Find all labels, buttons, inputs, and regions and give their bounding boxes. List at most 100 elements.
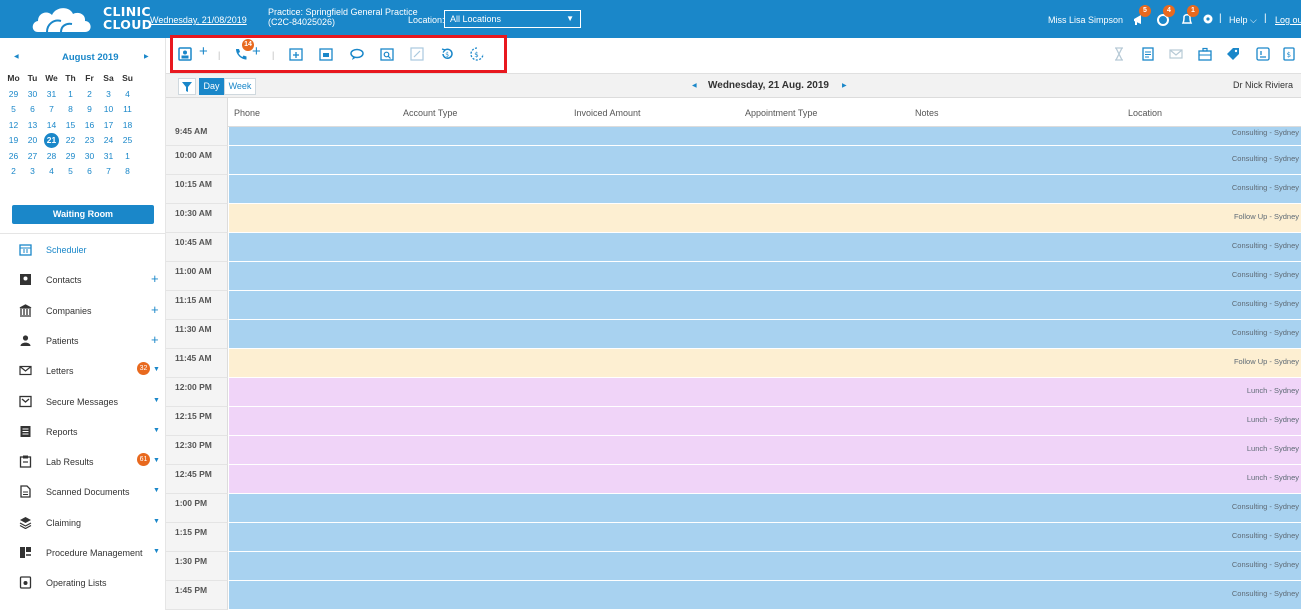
calendar-day[interactable]: 7	[42, 102, 61, 118]
calendar-day[interactable]: 5	[61, 164, 80, 180]
calendar-day[interactable]: 3	[23, 164, 42, 180]
column-header-phone[interactable]: Phone	[234, 108, 260, 118]
chevron-down-icon[interactable]: ▼	[153, 397, 160, 404]
appointment-slot[interactable]: Consulting - Sydney	[229, 175, 1301, 204]
column-header-invoiced-amount[interactable]: Invoiced Amount	[574, 108, 641, 118]
sidebar-item-claiming[interactable]: Claiming ▼	[0, 510, 166, 536]
calendar-day[interactable]: 17	[99, 118, 118, 134]
add-icon[interactable]: +	[151, 332, 159, 347]
calendar-day-selected[interactable]: 21	[42, 133, 61, 149]
calendar-day[interactable]: 7	[99, 164, 118, 180]
sidebar-item-scheduler[interactable]: Scheduler	[0, 237, 166, 263]
chevron-down-icon[interactable]: ▼	[153, 487, 160, 494]
column-header-account-type[interactable]: Account Type	[403, 108, 457, 118]
calendar-day[interactable]: 1	[118, 149, 137, 165]
calendar-day[interactable]: 23	[80, 133, 99, 149]
calendar-day[interactable]: 14	[42, 118, 61, 134]
chevron-down-icon[interactable]: ▼	[153, 366, 160, 373]
calendar-day[interactable]: 24	[99, 133, 118, 149]
appointment-slot[interactable]: Consulting - Sydney	[229, 262, 1301, 291]
appointment-slot[interactable]: Consulting - Sydney	[229, 581, 1301, 610]
location-select[interactable]: All Locations ▼	[444, 10, 581, 28]
calendar-day[interactable]: 10	[99, 102, 118, 118]
alerts-button[interactable]: 1	[1180, 5, 1199, 27]
calendar-day[interactable]: 19	[4, 133, 23, 149]
calendar-day[interactable]: 8	[61, 102, 80, 118]
calendar-day[interactable]: 2	[80, 87, 99, 103]
briefcase-button[interactable]	[1198, 47, 1212, 61]
appointment-slot[interactable]: Lunch - Sydney	[229, 436, 1301, 465]
calendar-day[interactable]: 20	[23, 133, 42, 149]
column-header-appointment-type[interactable]: Appointment Type	[745, 108, 817, 118]
calendar-day[interactable]: 15	[61, 118, 80, 134]
calendar-day[interactable]: 9	[80, 102, 99, 118]
week-view-button[interactable]: Week	[224, 78, 256, 95]
appointment-slot[interactable]: Consulting - Sydney	[229, 127, 1301, 146]
calendar-day[interactable]: 6	[23, 102, 42, 118]
tasks-button[interactable]: 4	[1156, 5, 1175, 27]
calendar-day[interactable]: 30	[23, 87, 42, 103]
sidebar-item-operating-lists[interactable]: Operating Lists	[0, 570, 166, 596]
calendar-day[interactable]: 30	[80, 149, 99, 165]
calendar-day[interactable]: 25	[118, 133, 137, 149]
calendar-day[interactable]: 18	[118, 118, 137, 134]
appointment-slot[interactable]: Consulting - Sydney	[229, 233, 1301, 262]
sidebar-item-letters[interactable]: Letters 32 ▼	[0, 358, 166, 384]
column-header-notes[interactable]: Notes	[915, 108, 939, 118]
document-button[interactable]	[1141, 47, 1155, 61]
chevron-down-icon[interactable]: ▼	[153, 457, 160, 464]
appointment-slot[interactable]: Lunch - Sydney	[229, 465, 1301, 494]
calendar-day[interactable]: 4	[42, 164, 61, 180]
calendar-day[interactable]: 5	[4, 102, 23, 118]
calendar-day[interactable]: 28	[42, 149, 61, 165]
appointment-slot[interactable]: Consulting - Sydney	[229, 291, 1301, 320]
sidebar-item-scanned-documents[interactable]: Scanned Documents ▼	[0, 479, 166, 505]
appointment-slot[interactable]: Consulting - Sydney	[229, 494, 1301, 523]
appointment-slot[interactable]: Consulting - Sydney	[229, 523, 1301, 552]
filter-button[interactable]	[178, 78, 196, 95]
user-name[interactable]: Miss Lisa Simpson	[1048, 15, 1123, 25]
add-icon[interactable]: +	[151, 271, 159, 286]
notification-bell-button[interactable]: 5	[1132, 5, 1151, 27]
appointment-slot[interactable]: Follow Up - Sydney	[229, 349, 1301, 378]
help-menu[interactable]: Help ⌵	[1229, 15, 1257, 26]
appointment-slot[interactable]: Consulting - Sydney	[229, 146, 1301, 175]
calendar-day[interactable]: 29	[4, 87, 23, 103]
sidebar-item-lab-results[interactable]: Lab Results 61 ▼	[0, 449, 166, 475]
email-button[interactable]	[1169, 47, 1183, 61]
calendar-day[interactable]: 3	[99, 87, 118, 103]
tag-button[interactable]	[1226, 47, 1240, 61]
calendar-day[interactable]: 27	[23, 149, 42, 165]
appointment-slot[interactable]: Lunch - Sydney	[229, 407, 1301, 436]
waiting-room-button[interactable]: Waiting Room	[12, 205, 154, 224]
chevron-down-icon[interactable]: ▼	[153, 518, 160, 525]
logout-link[interactable]: Log out	[1275, 15, 1301, 25]
calendar-day[interactable]: 13	[23, 118, 42, 134]
sidebar-item-contacts[interactable]: Contacts +	[0, 267, 166, 293]
waiting-timer-button[interactable]	[1112, 47, 1126, 61]
sidebar-item-procedure-management[interactable]: Procedure Management ▼	[0, 540, 166, 566]
add-icon[interactable]: +	[151, 302, 159, 317]
appointment-slot[interactable]: Consulting - Sydney	[229, 552, 1301, 581]
appointment-slot[interactable]: Lunch - Sydney	[229, 378, 1301, 407]
next-day-icon[interactable]: ▶	[842, 82, 847, 89]
day-view-button[interactable]: Day	[199, 78, 224, 95]
sidebar-item-secure-messages[interactable]: Secure Messages ▼	[0, 389, 166, 415]
calendar-day[interactable]: 16	[80, 118, 99, 134]
chevron-down-icon[interactable]: ▼	[153, 427, 160, 434]
sidebar-item-reports[interactable]: Reports ▼	[0, 419, 166, 445]
calendar-day[interactable]: 31	[99, 149, 118, 165]
calendar-day[interactable]: 2	[4, 164, 23, 180]
next-month-icon[interactable]: ▶	[144, 53, 149, 60]
calendar-day[interactable]: 12	[4, 118, 23, 134]
calendar-day[interactable]: 26	[4, 149, 23, 165]
sidebar-item-companies[interactable]: Companies +	[0, 298, 166, 324]
current-date-link[interactable]: Wednesday, 21/08/2019	[150, 15, 247, 25]
calendar-day[interactable]: 11	[118, 102, 137, 118]
column-header-location[interactable]: Location	[1128, 108, 1162, 118]
calendar-day[interactable]: 22	[61, 133, 80, 149]
calendar-day[interactable]: 31	[42, 87, 61, 103]
prev-day-icon[interactable]: ◀	[692, 82, 697, 89]
invoice-button[interactable]	[1256, 47, 1270, 61]
calendar-day[interactable]: 29	[61, 149, 80, 165]
